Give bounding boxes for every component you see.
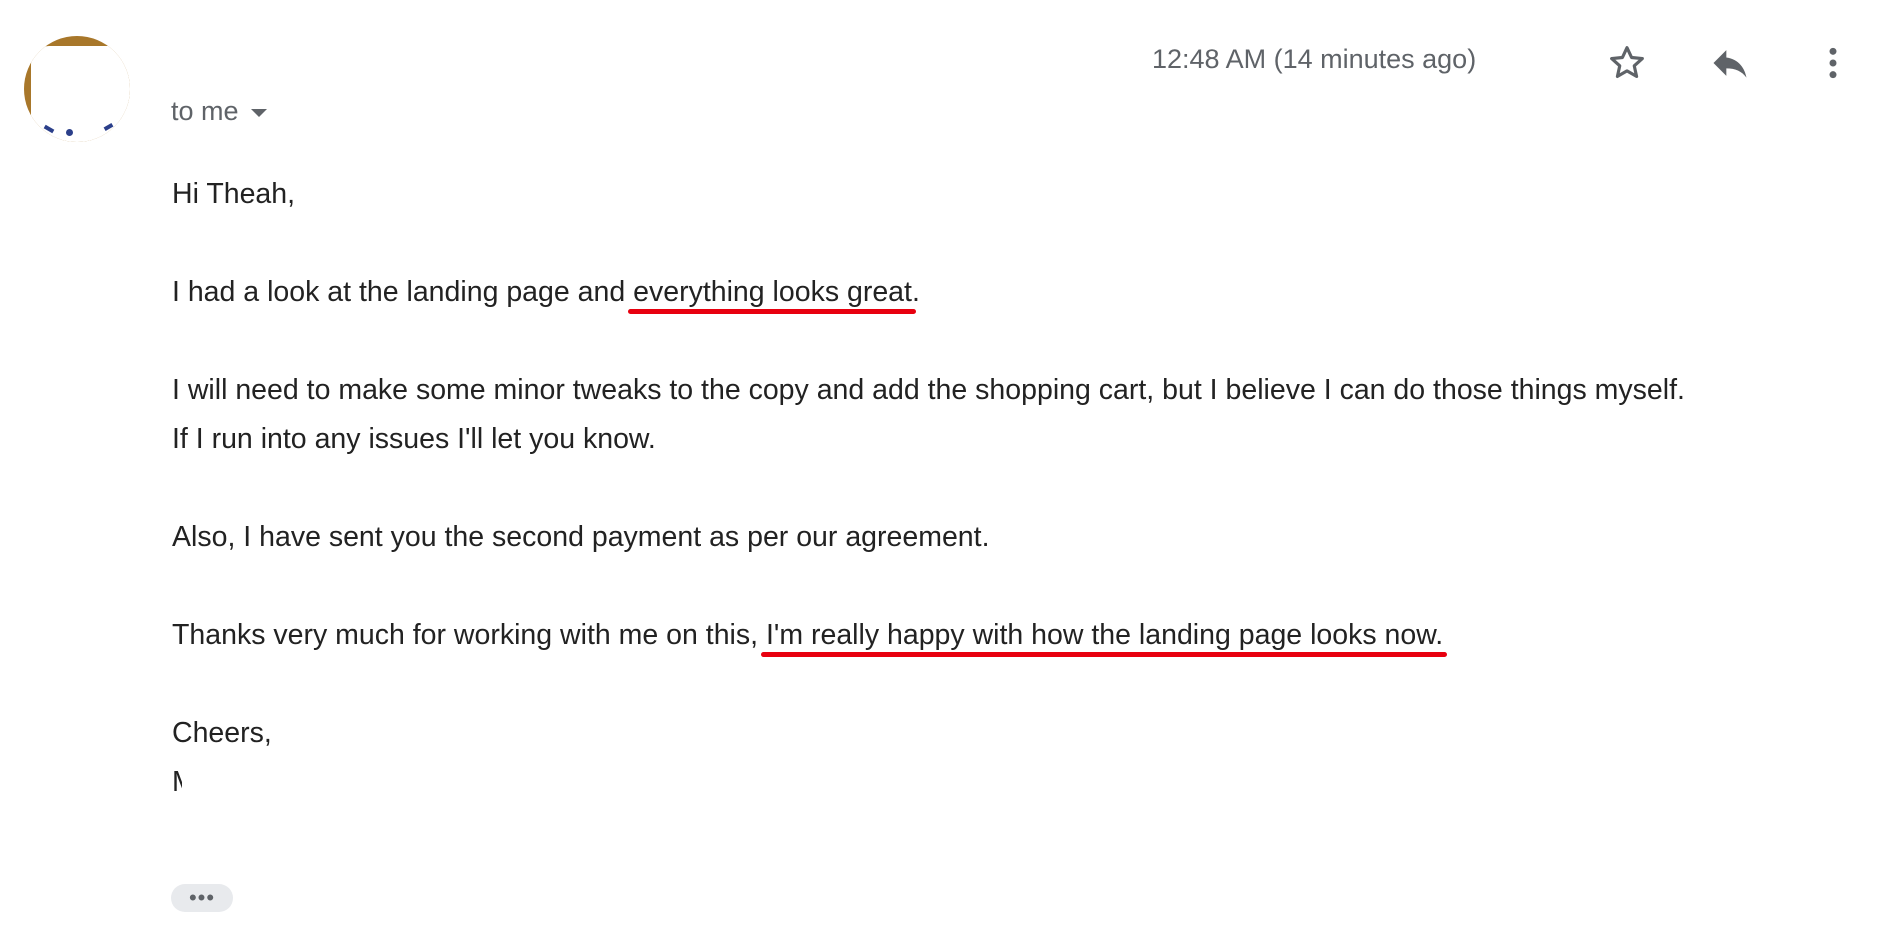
red-underline <box>760 652 1448 657</box>
paragraph-3: Also, I have sent you the second payment… <box>172 521 990 553</box>
message-timestamp: 12:48 AM (14 minutes ago) <box>1152 44 1477 74</box>
signature: M <box>172 758 1872 807</box>
email-message: to me 12:48 AM (14 minutes ago) Hi Theah… <box>0 0 1883 930</box>
highlighted-phrase: I'm really happy with how the landing pa… <box>760 619 1448 657</box>
highlighted-phrase: everything looks great <box>628 276 916 314</box>
caret-down-icon[interactable] <box>250 108 267 117</box>
paragraph-2-line-2: If I run into any issues I'll let you kn… <box>172 423 656 455</box>
paragraph-4: Thanks very much for working with me on … <box>172 611 1872 660</box>
reply-icon[interactable] <box>1707 40 1753 86</box>
avatar-badge-dot <box>66 129 73 136</box>
show-trimmed-content-button[interactable]: ••• <box>171 884 233 912</box>
greeting: Hi Theah, <box>172 178 296 210</box>
message-meta: 12:48 AM (14 minutes ago) <box>0 40 1883 90</box>
more-vert-icon[interactable] <box>1810 40 1856 86</box>
recipient-label: to me <box>171 96 239 126</box>
paragraph-2: I will need to make some minor tweaks to… <box>172 374 1685 406</box>
red-underline <box>628 309 916 314</box>
recipient-line[interactable]: to me <box>171 96 267 127</box>
signature-initial: M <box>172 758 182 807</box>
paragraph-1: I had a look at the landing page and eve… <box>172 268 1872 317</box>
message-body: Hi Theah, I had a look at the landing pa… <box>172 170 1872 807</box>
sign-off: Cheers, <box>172 717 272 749</box>
star-icon[interactable] <box>1604 40 1650 86</box>
